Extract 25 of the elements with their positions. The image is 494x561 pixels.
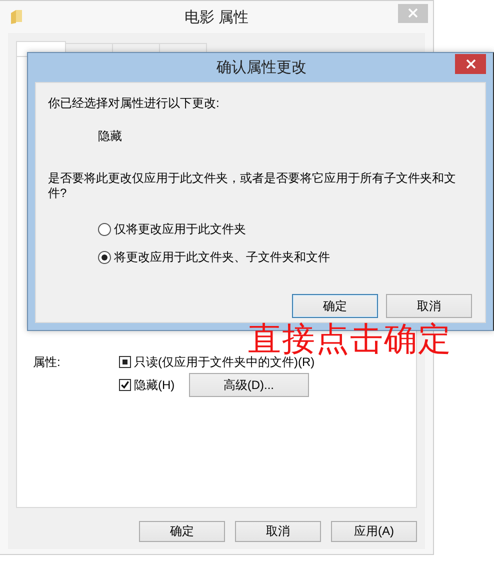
radio-button[interactable]: [98, 251, 111, 264]
checkbox[interactable]: [119, 356, 131, 368]
attributes-label: 属性:: [33, 354, 62, 370]
change-text: 隐藏: [98, 128, 123, 145]
dialog-button[interactable]: 取消: [235, 521, 321, 542]
dialog-button[interactable]: 确定: [139, 521, 225, 542]
close-button[interactable]: [455, 54, 486, 74]
option-label: 仅将更改应用于此文件夹: [114, 221, 246, 238]
checkbox-label: 隐藏(H): [134, 376, 175, 394]
close-icon: [408, 8, 418, 18]
checkbox-label: 只读(仅应用于文件夹中的文件)(R): [134, 354, 315, 370]
advanced-button[interactable]: 高级(D)...: [188, 373, 309, 397]
dialog-button[interactable]: 应用(A): [331, 521, 417, 542]
radio-button[interactable]: [98, 223, 111, 236]
dialog-title: 确认属性更改: [216, 58, 308, 77]
close-icon: [466, 58, 476, 68]
dialog-button[interactable]: 取消: [386, 294, 472, 318]
option-label: 将更改应用于此文件夹、子文件夹和文件: [114, 249, 330, 266]
folder-icon: [10, 9, 24, 25]
dialog-button[interactable]: 确定: [292, 294, 378, 318]
question-text: 是否要将此更改仅应用于此文件夹，或者是否要将它应用于所有子文件夹和文件?: [48, 171, 457, 201]
window-title: 电影 属性: [184, 8, 249, 26]
annotation-text: 直接点击确定: [248, 321, 452, 356]
checkbox[interactable]: [119, 379, 131, 391]
intro-text: 你已经选择对属性进行以下更改:: [48, 95, 220, 112]
